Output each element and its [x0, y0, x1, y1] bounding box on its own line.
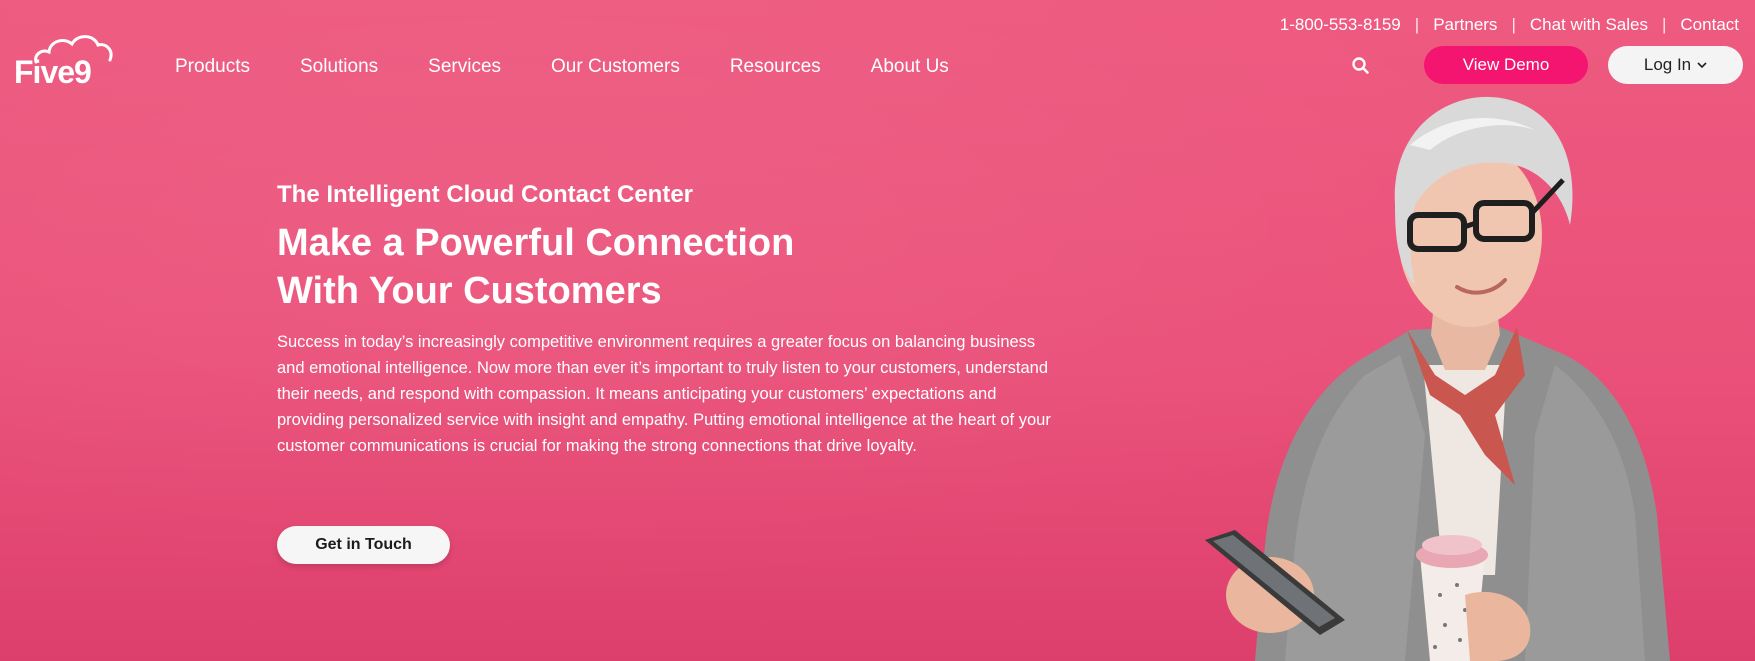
chat-with-sales-link[interactable]: Chat with Sales — [1530, 15, 1648, 35]
get-in-touch-label: Get in Touch — [315, 536, 412, 553]
chevron-down-icon — [1697, 62, 1707, 69]
hero-section: 1-800-553-8159 | Partners | Chat with Sa… — [0, 0, 1755, 661]
search-icon — [1352, 57, 1369, 74]
nav-products[interactable]: Products — [175, 56, 250, 78]
utility-nav: 1-800-553-8159 | Partners | Chat with Sa… — [1280, 14, 1739, 36]
nav-resources[interactable]: Resources — [730, 56, 821, 78]
partners-link[interactable]: Partners — [1433, 15, 1497, 35]
contact-link[interactable]: Contact — [1680, 15, 1739, 35]
logo-wordmark: Five9 — [14, 54, 92, 90]
headline-line-2: With Your Customers — [277, 270, 662, 312]
woman-with-phone-image — [1205, 96, 1670, 661]
utility-separator: | — [1414, 15, 1420, 34]
headline-line-1: Make a Powerful Connection — [277, 222, 795, 264]
log-in-label: Log In — [1643, 55, 1692, 74]
view-demo-label: View Demo — [1462, 55, 1550, 74]
main-nav: Products Solutions Services Our Customer… — [175, 56, 949, 78]
phone-link[interactable]: 1-800-553-8159 — [1280, 15, 1401, 35]
hero-body-text: Success in today’s increasingly competit… — [277, 333, 1051, 455]
search-button[interactable] — [1350, 55, 1372, 77]
utility-separator: | — [1661, 15, 1667, 34]
hero-headline: Make a Powerful Connection With Your Cus… — [277, 219, 794, 315]
get-in-touch-button[interactable]: Get in Touch — [277, 526, 450, 564]
nav-services[interactable]: Services — [428, 56, 501, 78]
five9-logo[interactable]: Five9 — [14, 32, 120, 90]
nav-about-us[interactable]: About Us — [871, 56, 949, 78]
nav-our-customers[interactable]: Our Customers — [551, 56, 680, 78]
utility-separator: | — [1511, 15, 1516, 34]
nav-solutions[interactable]: Solutions — [300, 56, 378, 78]
hero-eyebrow: The Intelligent Cloud Contact Center — [277, 181, 694, 208]
